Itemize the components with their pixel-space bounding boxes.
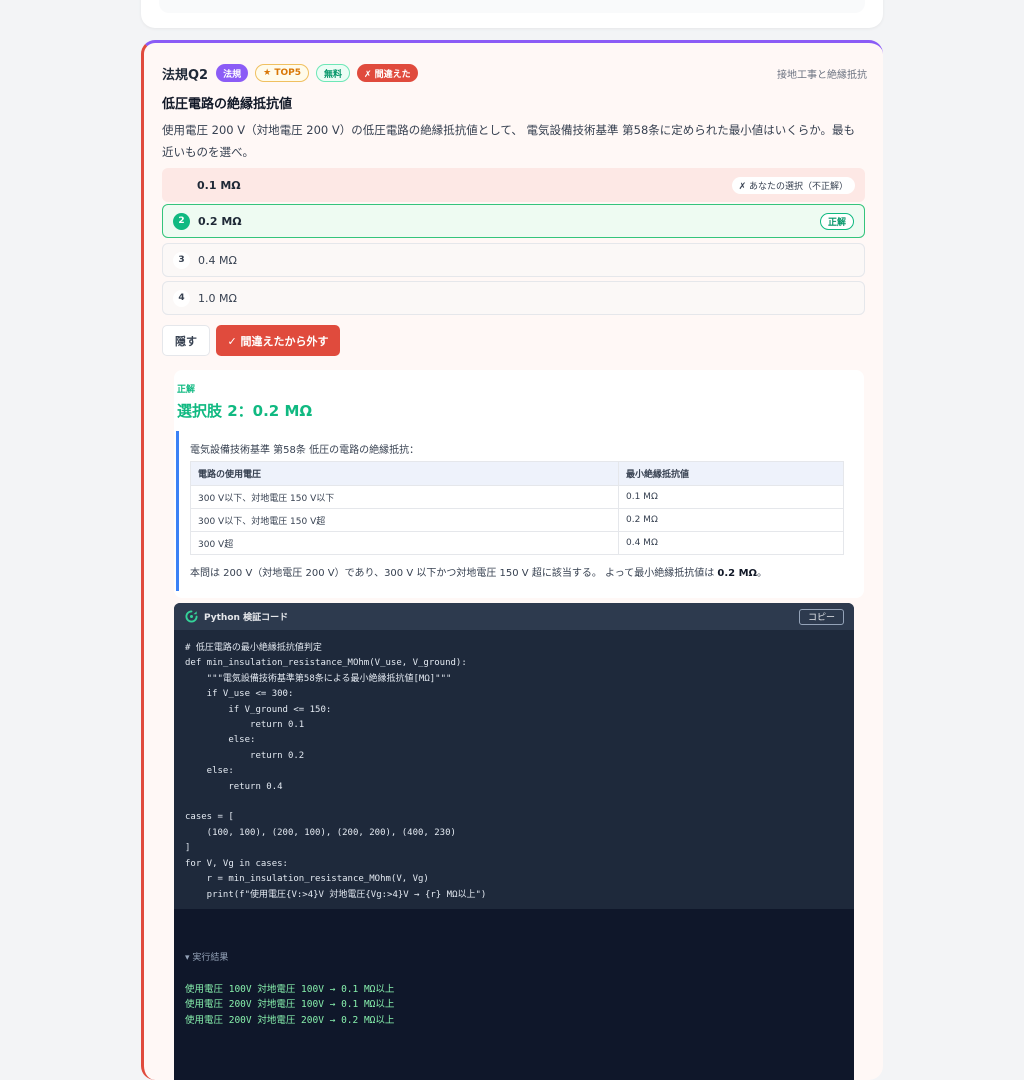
conclusion-value: 0.2 MΩ	[717, 568, 758, 579]
your-choice-tag: ✗ あなたの選択（不正解）	[731, 176, 855, 194]
option-text: 0.2 MΩ	[198, 214, 242, 228]
code-header: Python 検証コード コピー	[174, 603, 854, 630]
run-result-toggle[interactable]: ▾ 実行結果	[185, 950, 228, 963]
copy-button[interactable]: コピー	[798, 608, 844, 625]
free-badge: 無料	[315, 64, 350, 82]
table-cell: 0.1 MΩ	[618, 485, 844, 509]
code-source: # 低圧電路の最小絶縁抵抗値判定 def min_insulation_resi…	[185, 643, 487, 900]
code-title: Python 検証コード	[204, 613, 289, 623]
wrong-badge: ✗ 間違えた	[357, 64, 418, 82]
table-cell: 0.4 MΩ	[618, 531, 844, 555]
insulation-table: 電路の使用電圧 最小絶縁抵抗値 300 V以下、対地電圧 150 V以下 0.1…	[190, 461, 844, 555]
category-badge: 法規	[216, 64, 249, 82]
explanation-label: 正解	[177, 385, 196, 395]
option-number: 1	[172, 177, 189, 194]
topic-label: 接地工事と絶縁抵抗	[777, 69, 867, 81]
table-cell: 300 V以下、対地電圧 150 V超	[190, 508, 619, 532]
explanation-box: 電気設備技術基準 第58条 低圧の電路の絶縁抵抗： 電路の使用電圧 最小絶縁抵抗…	[176, 431, 853, 591]
conclusion-end: 。	[757, 568, 768, 579]
option-4[interactable]: 4 1.0 MΩ	[162, 281, 865, 315]
question-id: 法規Q2	[162, 67, 209, 83]
explanation-conclusion: 本問は 200 V（対地電圧 200 V）であり、300 V 以下かつ対地電圧 …	[190, 564, 767, 579]
table-cell: 0.2 MΩ	[618, 508, 844, 532]
explanation-intro: 電気設備技術基準 第58条 低圧の電路の絶縁抵抗：	[190, 445, 420, 456]
table-header: 最小絶縁抵抗値	[618, 461, 844, 486]
run-output: 使用電圧 100V 対地電圧 100V → 0.1 MΩ以上 使用電圧 200V…	[185, 984, 395, 1026]
question-title: 低圧電路の絶縁抵抗値	[162, 97, 293, 112]
table-row: 300 V以下、対地電圧 150 V超 0.2 MΩ	[190, 508, 844, 532]
option-number: 3	[173, 251, 190, 269]
option-2[interactable]: 2 0.2 MΩ 正解	[162, 204, 865, 238]
option-3[interactable]: 3 0.4 MΩ	[162, 243, 865, 277]
explanation-panel: 正解 選択肢 2：0.2 MΩ 電気設備技術基準 第58条 低圧の電路の絶縁抵抗…	[174, 370, 864, 598]
code-block: Python 検証コード コピー # 低圧電路の最小絶縁抵抗値判定 def mi…	[174, 603, 854, 1080]
option-number: 2	[173, 212, 190, 230]
option-text: 1.0 MΩ	[198, 291, 237, 305]
unmark-wrong-button[interactable]: ✓ 間違えたから外す	[216, 325, 340, 356]
python-icon	[185, 610, 198, 623]
question-header: 法規Q2 法規 ★ TOP5 無料 ✗ 間違えた 接地工事と絶縁抵抗	[162, 62, 867, 84]
previous-question-card	[141, 0, 883, 28]
correct-answer: 選択肢 2：0.2 MΩ	[177, 402, 313, 420]
question-stem: 使用電圧 200 V（対地電圧 200 V）の低圧電路の絶縁抵抗値として、 電気…	[162, 123, 856, 159]
question-card: 法規Q2 法規 ★ TOP5 無料 ✗ 間違えた 接地工事と絶縁抵抗 低圧電路の…	[141, 40, 883, 1080]
table-row: 300 V以下、対地電圧 150 V以下 0.1 MΩ	[190, 485, 844, 509]
option-number: 4	[173, 289, 190, 307]
table-header: 電路の使用電圧	[190, 461, 619, 486]
option-text: 0.1 MΩ	[197, 178, 241, 192]
table-header-row: 電路の使用電圧 最小絶縁抵抗値	[190, 461, 844, 486]
table-cell: 300 V以下、対地電圧 150 V以下	[190, 485, 619, 509]
table-row: 300 V超 0.4 MΩ	[190, 531, 844, 555]
option-text: 0.4 MΩ	[198, 253, 237, 267]
conclusion-text: 本問は 200 V（対地電圧 200 V）であり、300 V 以下かつ対地電圧 …	[190, 568, 718, 579]
previous-card-footer	[159, 0, 865, 13]
correct-tag: 正解	[819, 212, 854, 230]
top-badge: ★ TOP5	[255, 64, 309, 82]
option-1[interactable]: 1 0.1 MΩ ✗ あなたの選択（不正解）	[162, 168, 865, 202]
run-result-panel: ▾ 実行結果 使用電圧 100V 対地電圧 100V → 0.1 MΩ以上 使用…	[174, 909, 854, 1080]
hide-button[interactable]: 隠す	[162, 325, 210, 356]
table-cell: 300 V超	[190, 531, 619, 555]
